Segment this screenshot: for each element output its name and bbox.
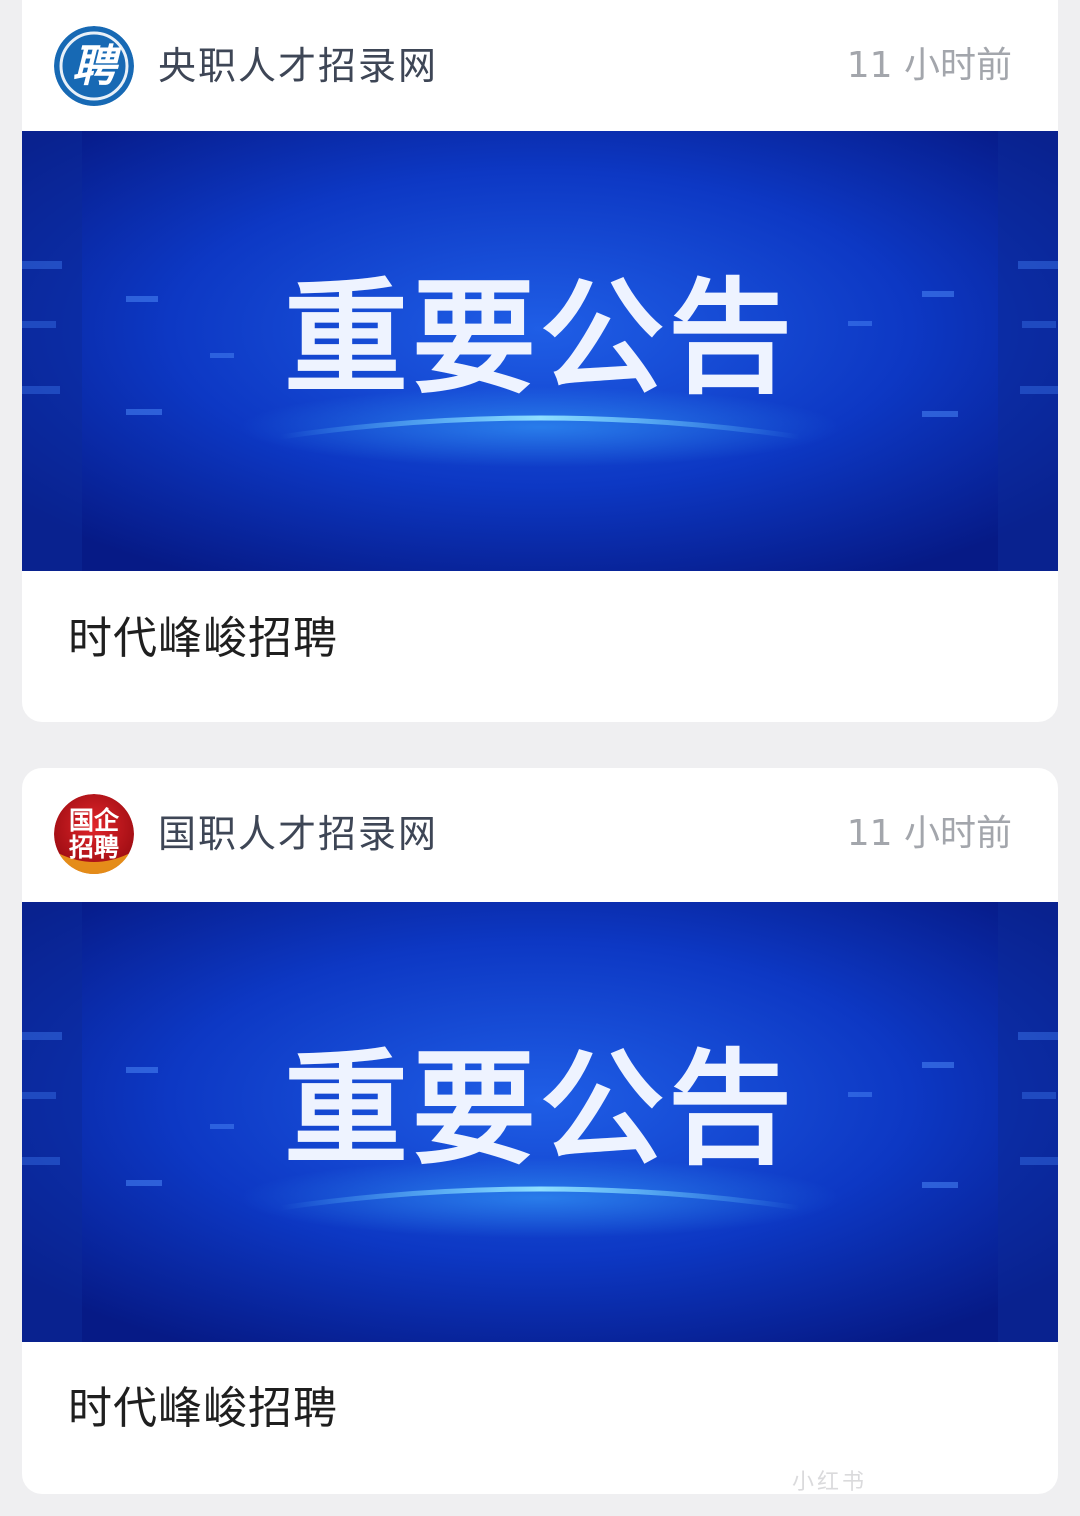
account-avatar[interactable]: 聘 — [54, 26, 134, 106]
card-header: 国企 招聘 国职人才招录网 11 小时前 — [22, 768, 1058, 898]
post-title[interactable]: 时代峰峻招聘 — [68, 1379, 338, 1439]
banner-headline: 重要公告 — [284, 271, 796, 408]
watermark: 小红书 — [792, 1470, 868, 1495]
account-name[interactable]: 央职人才招录网 — [158, 40, 438, 92]
card-header: 聘 央职人才招录网 11 小时前 — [22, 0, 1058, 130]
account-name[interactable]: 国职人才招录网 — [158, 808, 438, 860]
avatar-text: 聘 — [72, 42, 122, 91]
post-image[interactable]: 重要公告 — [22, 131, 1058, 571]
feed-card[interactable]: 聘 央职人才招录网 11 小时前 重要公告 时代峰峻招聘 — [22, 0, 1058, 722]
avatar-text-line1: 国企 — [69, 806, 120, 835]
post-image[interactable]: 重要公告 — [22, 902, 1058, 1342]
post-time: 11 小时前 — [846, 813, 1012, 854]
post-time: 11 小时前 — [846, 45, 1012, 86]
feed-card[interactable]: 国企 招聘 国职人才招录网 11 小时前 重要公告 时代峰峻招聘 — [22, 768, 1058, 1494]
recruit-badge-icon: 聘 — [54, 26, 134, 106]
avatar-text-line2: 招聘 — [69, 834, 119, 862]
soe-recruit-badge-icon: 国企 招聘 — [54, 794, 134, 874]
account-avatar[interactable]: 国企 招聘 — [54, 794, 134, 874]
post-title[interactable]: 时代峰峻招聘 — [68, 609, 338, 669]
banner-headline: 重要公告 — [284, 1042, 796, 1179]
